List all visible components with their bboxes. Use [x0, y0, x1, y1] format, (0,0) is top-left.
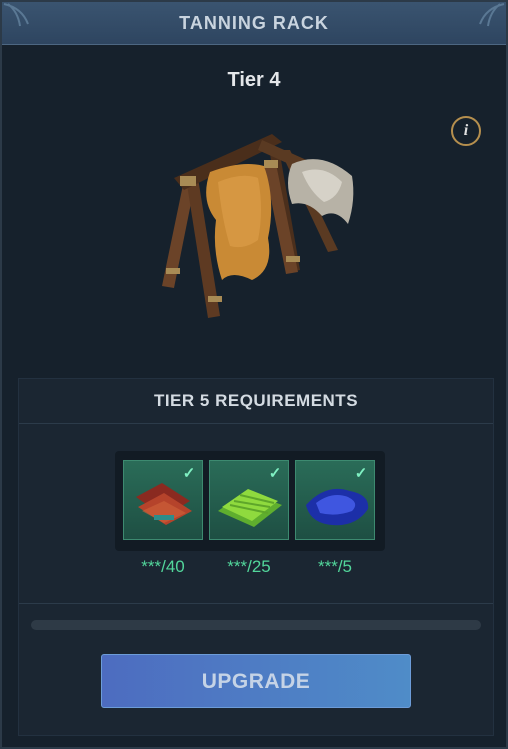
tanning-rack-image [162, 134, 354, 318]
requirement-slot-blue-leather[interactable]: ✓ [295, 460, 375, 540]
divider [19, 603, 493, 604]
requirements-title: TIER 5 REQUIREMENTS [153, 391, 359, 410]
requirement-slot-red-leather[interactable]: ✓ [123, 460, 203, 540]
current-tier-label: Tier 4 [227, 69, 281, 91]
corner-ornament-right-icon [479, 3, 505, 27]
panel-header: TANNING RACK [2, 2, 506, 45]
panel-title: TANNING RACK [179, 13, 329, 33]
info-icon[interactable]: i [451, 116, 481, 146]
divider [19, 423, 493, 424]
requirement-met-check-icon: ✓ [182, 465, 196, 482]
requirements-box: TIER 5 REQUIREMENTS ✓ ✓ ✓ ***/40 ***/25 … [18, 378, 494, 736]
upgrade-button[interactable]: UPGRADE [101, 654, 411, 708]
requirement-count-red-leather: ***/40 [141, 557, 185, 576]
requirement-count-green-leather: ***/25 [227, 557, 271, 576]
tanning-rack-panel: TANNING RACK Tier 4 i TIER 5 REQUIREMENT… [0, 0, 508, 749]
requirement-slot-green-leather[interactable]: ✓ [209, 460, 289, 540]
requirement-met-check-icon: ✓ [354, 465, 368, 482]
requirement-met-check-icon: ✓ [268, 465, 282, 482]
upgrade-progress-bar [31, 620, 481, 630]
requirement-count-blue-leather: ***/5 [317, 557, 353, 576]
